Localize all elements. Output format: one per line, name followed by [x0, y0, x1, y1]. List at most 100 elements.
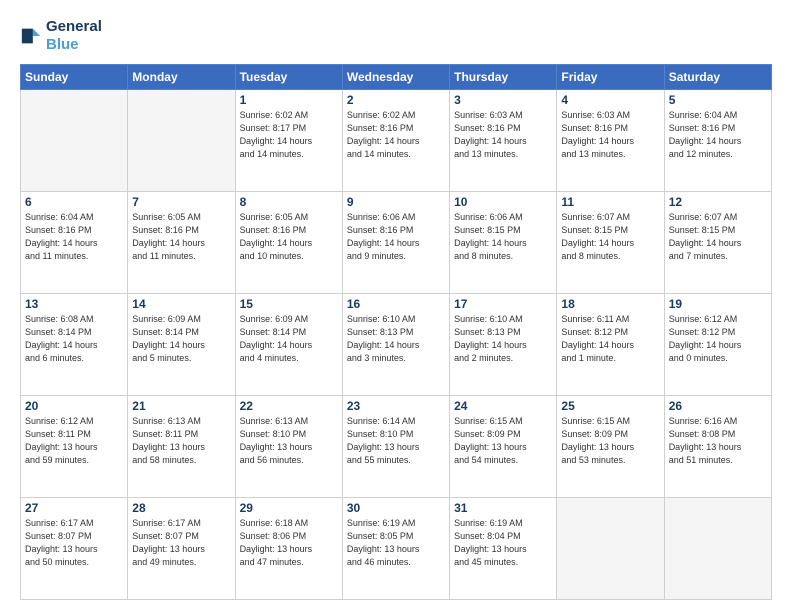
- day-number: 27: [25, 501, 123, 515]
- calendar-cell: 18 Sunrise: 6:11 AM Sunset: 8:12 PM Dayli…: [557, 294, 664, 396]
- day-of-week-header: Tuesday: [235, 65, 342, 90]
- day-number: 2: [347, 93, 445, 107]
- calendar-cell: 21 Sunrise: 6:13 AM Sunset: 8:11 PM Dayli…: [128, 396, 235, 498]
- calendar-cell: 9 Sunrise: 6:06 AM Sunset: 8:16 PM Daylig…: [342, 192, 449, 294]
- day-info: Sunrise: 6:14 AM Sunset: 8:10 PM Dayligh…: [347, 415, 445, 467]
- day-info: Sunrise: 6:09 AM Sunset: 8:14 PM Dayligh…: [132, 313, 230, 365]
- calendar-cell: 30 Sunrise: 6:19 AM Sunset: 8:05 PM Dayli…: [342, 498, 449, 600]
- logo-text: General Blue: [46, 18, 102, 54]
- calendar-cell: 28Sunrise: 6:17 AM Sunset: 8:07 PM Dayli…: [128, 498, 235, 600]
- day-number: 12: [669, 195, 767, 209]
- day-number: 9: [347, 195, 445, 209]
- day-info: Sunrise: 6:17 AM Sunset: 8:07 PM Dayligh…: [132, 517, 230, 569]
- calendar-cell: 11 Sunrise: 6:07 AM Sunset: 8:15 PM Dayli…: [557, 192, 664, 294]
- day-number: 29: [240, 501, 338, 515]
- calendar-cell: 13Sunrise: 6:08 AM Sunset: 8:14 PM Dayli…: [21, 294, 128, 396]
- calendar-cell: 6 Sunrise: 6:04 AM Sunset: 8:16 PM Daylig…: [21, 192, 128, 294]
- day-info: Sunrise: 6:10 AM Sunset: 8:13 PM Dayligh…: [454, 313, 552, 365]
- calendar-cell: 7 Sunrise: 6:05 AM Sunset: 8:16 PM Daylig…: [128, 192, 235, 294]
- calendar-cell: 22Sunrise: 6:13 AM Sunset: 8:10 PM Dayli…: [235, 396, 342, 498]
- day-of-week-header: Saturday: [664, 65, 771, 90]
- day-number: 3: [454, 93, 552, 107]
- day-info: Sunrise: 6:06 AM Sunset: 8:16 PM Dayligh…: [347, 211, 445, 263]
- calendar-cell: 2 Sunrise: 6:02 AM Sunset: 8:16 PM Daylig…: [342, 90, 449, 192]
- calendar-cell: 27 Sunrise: 6:17 AM Sunset: 8:07 PM Dayli…: [21, 498, 128, 600]
- day-number: 25: [561, 399, 659, 413]
- calendar-cell: 3 Sunrise: 6:03 AM Sunset: 8:16 PM Daylig…: [450, 90, 557, 192]
- calendar-cell: 29 Sunrise: 6:18 AM Sunset: 8:06 PM Dayli…: [235, 498, 342, 600]
- day-info: Sunrise: 6:18 AM Sunset: 8:06 PM Dayligh…: [240, 517, 338, 569]
- day-of-week-header: Wednesday: [342, 65, 449, 90]
- day-number: 31: [454, 501, 552, 515]
- calendar-cell: 25 Sunrise: 6:15 AM Sunset: 8:09 PM Dayli…: [557, 396, 664, 498]
- calendar-cell: 17Sunrise: 6:10 AM Sunset: 8:13 PM Dayli…: [450, 294, 557, 396]
- day-number: 21: [132, 399, 230, 413]
- day-number: 24: [454, 399, 552, 413]
- calendar-cell: 16Sunrise: 6:10 AM Sunset: 8:13 PM Dayli…: [342, 294, 449, 396]
- day-number: 6: [25, 195, 123, 209]
- calendar-cell: 1 Sunrise: 6:02 AM Sunset: 8:17 PM Daylig…: [235, 90, 342, 192]
- day-info: Sunrise: 6:10 AM Sunset: 8:13 PM Dayligh…: [347, 313, 445, 365]
- calendar-cell: 24Sunrise: 6:15 AM Sunset: 8:09 PM Dayli…: [450, 396, 557, 498]
- calendar-cell: 19Sunrise: 6:12 AM Sunset: 8:12 PM Dayli…: [664, 294, 771, 396]
- day-info: Sunrise: 6:05 AM Sunset: 8:16 PM Dayligh…: [132, 211, 230, 263]
- logo: General Blue: [20, 18, 102, 54]
- day-info: Sunrise: 6:13 AM Sunset: 8:11 PM Dayligh…: [132, 415, 230, 467]
- day-info: Sunrise: 6:02 AM Sunset: 8:16 PM Dayligh…: [347, 109, 445, 161]
- day-of-week-header: Monday: [128, 65, 235, 90]
- day-of-week-header: Sunday: [21, 65, 128, 90]
- day-info: Sunrise: 6:15 AM Sunset: 8:09 PM Dayligh…: [561, 415, 659, 467]
- calendar-cell: 12 Sunrise: 6:07 AM Sunset: 8:15 PM Dayli…: [664, 192, 771, 294]
- calendar-cell: 10 Sunrise: 6:06 AM Sunset: 8:15 PM Dayli…: [450, 192, 557, 294]
- day-info: Sunrise: 6:19 AM Sunset: 8:04 PM Dayligh…: [454, 517, 552, 569]
- day-number: 20: [25, 399, 123, 413]
- calendar-cell: 20 Sunrise: 6:12 AM Sunset: 8:11 PM Dayli…: [21, 396, 128, 498]
- calendar-cell: 26 Sunrise: 6:16 AM Sunset: 8:08 PM Dayli…: [664, 396, 771, 498]
- calendar-table: SundayMondayTuesdayWednesdayThursdayFrid…: [20, 64, 772, 600]
- day-number: 7: [132, 195, 230, 209]
- day-info: Sunrise: 6:07 AM Sunset: 8:15 PM Dayligh…: [669, 211, 767, 263]
- day-number: 4: [561, 93, 659, 107]
- calendar-cell: 4 Sunrise: 6:03 AM Sunset: 8:16 PM Daylig…: [557, 90, 664, 192]
- day-info: Sunrise: 6:19 AM Sunset: 8:05 PM Dayligh…: [347, 517, 445, 569]
- day-info: Sunrise: 6:05 AM Sunset: 8:16 PM Dayligh…: [240, 211, 338, 263]
- day-info: Sunrise: 6:12 AM Sunset: 8:11 PM Dayligh…: [25, 415, 123, 467]
- day-number: 1: [240, 93, 338, 107]
- day-number: 13: [25, 297, 123, 311]
- calendar-cell: [557, 498, 664, 600]
- day-number: 15: [240, 297, 338, 311]
- day-of-week-header: Thursday: [450, 65, 557, 90]
- day-number: 26: [669, 399, 767, 413]
- day-number: 18: [561, 297, 659, 311]
- calendar-cell: 15Sunrise: 6:09 AM Sunset: 8:14 PM Dayli…: [235, 294, 342, 396]
- calendar-cell: 14 Sunrise: 6:09 AM Sunset: 8:14 PM Dayli…: [128, 294, 235, 396]
- calendar-cell: 8 Sunrise: 6:05 AM Sunset: 8:16 PM Daylig…: [235, 192, 342, 294]
- calendar-cell: [128, 90, 235, 192]
- day-info: Sunrise: 6:04 AM Sunset: 8:16 PM Dayligh…: [669, 109, 767, 161]
- header: General Blue: [20, 18, 772, 54]
- calendar-cell: 23Sunrise: 6:14 AM Sunset: 8:10 PM Dayli…: [342, 396, 449, 498]
- day-info: Sunrise: 6:02 AM Sunset: 8:17 PM Dayligh…: [240, 109, 338, 161]
- day-of-week-header: Friday: [557, 65, 664, 90]
- day-number: 10: [454, 195, 552, 209]
- day-number: 14: [132, 297, 230, 311]
- day-number: 11: [561, 195, 659, 209]
- page: General Blue SundayMondayTuesdayWednesda…: [0, 0, 792, 612]
- calendar-cell: [664, 498, 771, 600]
- calendar-cell: [21, 90, 128, 192]
- logo-icon: [20, 25, 42, 47]
- day-info: Sunrise: 6:06 AM Sunset: 8:15 PM Dayligh…: [454, 211, 552, 263]
- day-info: Sunrise: 6:16 AM Sunset: 8:08 PM Dayligh…: [669, 415, 767, 467]
- day-number: 5: [669, 93, 767, 107]
- day-info: Sunrise: 6:03 AM Sunset: 8:16 PM Dayligh…: [561, 109, 659, 161]
- day-number: 30: [347, 501, 445, 515]
- day-info: Sunrise: 6:04 AM Sunset: 8:16 PM Dayligh…: [25, 211, 123, 263]
- day-info: Sunrise: 6:17 AM Sunset: 8:07 PM Dayligh…: [25, 517, 123, 569]
- calendar-cell: 31 Sunrise: 6:19 AM Sunset: 8:04 PM Dayli…: [450, 498, 557, 600]
- day-info: Sunrise: 6:11 AM Sunset: 8:12 PM Dayligh…: [561, 313, 659, 365]
- day-number: 8: [240, 195, 338, 209]
- day-info: Sunrise: 6:07 AM Sunset: 8:15 PM Dayligh…: [561, 211, 659, 263]
- day-number: 19: [669, 297, 767, 311]
- day-number: 22: [240, 399, 338, 413]
- day-info: Sunrise: 6:03 AM Sunset: 8:16 PM Dayligh…: [454, 109, 552, 161]
